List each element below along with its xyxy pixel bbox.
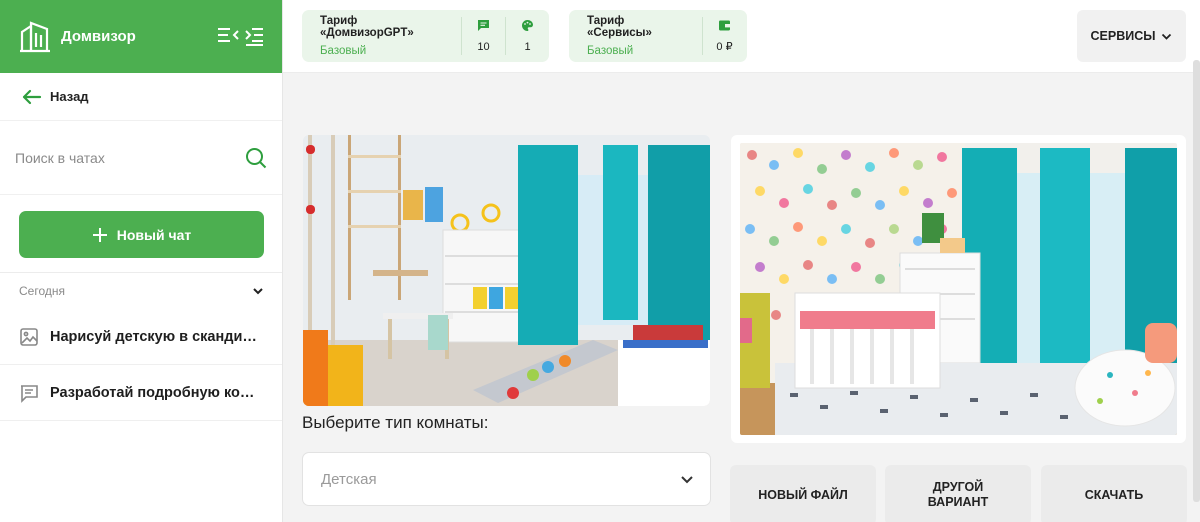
download-button[interactable]: СКАЧАТЬ	[1041, 465, 1187, 522]
source-room-photo	[303, 135, 710, 406]
chevron-down-icon	[681, 475, 693, 483]
services-label: СЕРВИСЫ	[1090, 29, 1156, 43]
chevron-down-icon	[253, 288, 263, 295]
tariff-services-title: Тариф «Сервисы»	[587, 15, 652, 39]
brand-header: Домвизор	[0, 0, 282, 73]
room-type-select[interactable]: Детская	[302, 452, 711, 506]
chat-title: Нарисуй детскую в скандинавском стиле	[50, 328, 263, 345]
group-label: Сегодня	[19, 284, 65, 298]
tariff-services-info: Тариф «Сервисы» Базовый	[569, 15, 702, 57]
tariff-services-card[interactable]: Тариф «Сервисы» Базовый 0 ₽	[569, 10, 747, 62]
chat-title: Разработай подробную концепцию	[50, 384, 263, 401]
collapse-menu-icon	[218, 27, 263, 46]
new-chat-label: Новый чат	[116, 226, 192, 243]
top-bar: Тариф «ДомвизорGPT» Базовый 10 1 Тариф «…	[283, 0, 1200, 73]
group-today-toggle[interactable]: Сегодня	[0, 273, 282, 309]
room-type-value: Детская	[321, 470, 377, 488]
image-icon	[20, 327, 38, 346]
sidebar: Домвизор Назад Новый чат	[0, 0, 283, 522]
nursery-illustration	[740, 143, 1177, 435]
messages-count: 10	[477, 41, 490, 53]
chat-icon	[21, 384, 38, 403]
chevron-down-icon	[1162, 33, 1172, 40]
arrow-left-icon	[22, 89, 42, 104]
tariff-services-plan: Базовый	[587, 45, 634, 57]
back-label: Назад	[50, 89, 89, 104]
message-icon	[478, 20, 489, 31]
new-chat-button[interactable]: Новый чат	[19, 211, 264, 258]
chat-search	[0, 121, 282, 195]
palette-icon	[522, 20, 533, 31]
new-file-button[interactable]: НОВЫЙ ФАЙЛ	[730, 465, 876, 522]
back-button[interactable]: Назад	[0, 73, 282, 121]
images-count: 1	[524, 41, 531, 53]
messages-stat: 10	[461, 17, 505, 55]
balance-value: 0 ₽	[716, 41, 733, 53]
other-variant-button[interactable]: ДРУГОЙ ВАРИАНТ	[885, 465, 1031, 522]
search-input[interactable]	[15, 149, 245, 166]
balance-stat: 0 ₽	[702, 17, 746, 55]
generated-room-image	[740, 143, 1177, 435]
kids-room-illustration	[303, 135, 710, 406]
tariff-gpt-card[interactable]: Тариф «ДомвизорGPT» Базовый 10 1	[302, 10, 549, 62]
wallet-icon	[719, 20, 730, 31]
images-stat: 1	[505, 17, 549, 55]
tariff-gpt-info: Тариф «ДомвизорGPT» Базовый	[302, 15, 461, 57]
services-dropdown-button[interactable]: СЕРВИСЫ	[1077, 10, 1186, 62]
room-type-label: Выберите тип комнаты:	[302, 413, 489, 432]
chat-item[interactable]: Нарисуй детскую в скандинавском стиле	[0, 309, 282, 365]
building-logo-icon	[20, 20, 50, 52]
app-root: Домвизор Назад Новый чат	[0, 0, 1200, 522]
tariff-gpt-title: Тариф «ДомвизорGPT»	[320, 15, 414, 39]
page-scrollbar[interactable]	[1193, 60, 1200, 502]
chat-item[interactable]: Разработай подробную концепцию	[0, 365, 282, 421]
collapse-sidebar-button[interactable]	[214, 22, 264, 52]
new-chat-section: Новый чат	[0, 195, 282, 273]
search-icon[interactable]	[245, 147, 267, 169]
tariff-gpt-plan: Базовый	[320, 45, 367, 57]
brand-name: Домвизор	[61, 28, 136, 45]
plus-icon	[92, 227, 107, 242]
